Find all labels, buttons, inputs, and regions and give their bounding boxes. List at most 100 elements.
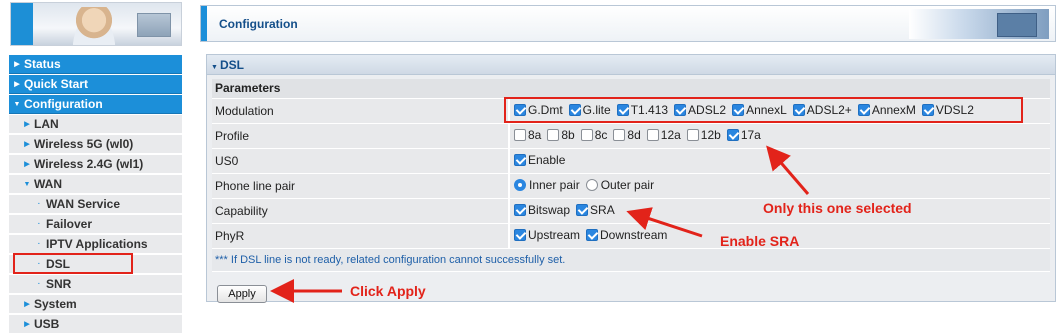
note-text: *** If DSL line is not ready, related co… — [212, 248, 1050, 272]
option-label: 8a — [528, 127, 542, 142]
phyr-option[interactable]: Upstream — [514, 228, 580, 242]
phone-line-pair-option[interactable]: Inner pair — [514, 178, 580, 192]
checkbox[interactable] — [616, 103, 629, 116]
note-row: *** If DSL line is not ready, related co… — [212, 248, 1050, 272]
capability-option[interactable]: Bitswap — [514, 203, 570, 217]
checkbox[interactable] — [547, 128, 560, 141]
sidebar-item-system[interactable]: ▶ System — [9, 295, 182, 314]
profile-option[interactable]: 8c — [580, 128, 607, 142]
sidebar-item-label: Quick Start — [24, 76, 89, 91]
phyr-row: PhyR Upstream Downstream — [212, 223, 1050, 249]
phone-line-pair-option[interactable]: Outer pair — [585, 177, 655, 192]
sidebar-item-iptv-applications[interactable]: · IPTV Applications — [9, 235, 182, 254]
sidebar-item-usb[interactable]: ▶ USB — [9, 315, 182, 334]
profile-option[interactable]: 12b — [686, 127, 721, 142]
bullet-icon: · — [37, 220, 41, 228]
checkbox[interactable] — [514, 128, 526, 141]
sidebar-item-failover[interactable]: · Failover — [9, 215, 182, 234]
radio-button[interactable] — [514, 178, 526, 191]
option-label: AnnexM — [871, 102, 916, 117]
checkbox[interactable] — [726, 128, 739, 141]
modulation-option[interactable]: G.lite — [568, 102, 611, 117]
checkbox[interactable] — [792, 103, 805, 116]
profile-option[interactable]: 12a — [646, 128, 681, 142]
sidebar-item-label: WAN Service — [46, 196, 121, 211]
option-label: ADSL2+ — [806, 102, 852, 117]
annotation-sra: Enable SRA — [720, 233, 800, 249]
checkbox[interactable] — [921, 103, 934, 116]
sidebar-item-label: System — [34, 296, 77, 311]
checkbox[interactable] — [568, 103, 581, 116]
phyr-option[interactable]: Downstream — [586, 228, 667, 242]
phone-line-pair-row: Phone line pair Inner pair Outer pair — [212, 173, 1050, 199]
profile-option[interactable]: 8b — [547, 127, 575, 142]
checkbox[interactable] — [857, 103, 870, 116]
checkbox[interactable] — [674, 103, 687, 116]
sidebar-item-lan[interactable]: ▶ LAN — [9, 115, 182, 134]
radio-button[interactable] — [585, 178, 598, 191]
profile-option[interactable]: 8a — [514, 128, 541, 142]
modulation-label: Modulation — [212, 98, 510, 124]
option-label: 12b — [700, 127, 721, 142]
banner-image — [10, 2, 182, 46]
sidebar-item-label: SNR — [46, 276, 72, 291]
us0-option[interactable]: Enable — [514, 153, 565, 167]
option-label: ADSL2 — [688, 102, 727, 117]
modulation-option[interactable]: ADSL2 — [674, 103, 726, 117]
bullet-icon: · — [37, 260, 41, 268]
option-label: SRA — [590, 202, 615, 217]
apply-button[interactable]: Apply — [217, 285, 267, 303]
sidebar-item-dsl[interactable]: · DSL — [9, 255, 182, 274]
annotation-profile: Only this one selected — [763, 200, 912, 216]
parameters-header-row: Parameters — [212, 79, 1050, 99]
checkbox[interactable] — [514, 228, 526, 241]
checkbox[interactable] — [586, 228, 599, 241]
sidebar-item-wan-service[interactable]: · WAN Service — [9, 195, 182, 214]
sidebar-item-status[interactable]: ▶ Status — [9, 55, 182, 74]
panel-title[interactable]: ▼ DSL — [207, 55, 1055, 75]
modulation-option[interactable]: ADSL2+ — [792, 102, 852, 117]
profile-option[interactable]: 17a — [726, 128, 761, 142]
profile-option[interactable]: 8d — [613, 128, 641, 142]
checkbox[interactable] — [732, 103, 745, 116]
triangle-right-icon: ▶ — [24, 320, 30, 328]
sidebar-item-snr[interactable]: · SNR — [9, 275, 182, 294]
option-label: Outer pair — [600, 177, 655, 192]
modulation-option[interactable]: AnnexM — [857, 102, 916, 117]
banner-stripe — [11, 3, 33, 45]
checkbox[interactable] — [514, 103, 526, 116]
capability-option[interactable]: SRA — [576, 203, 615, 217]
checkbox[interactable] — [613, 128, 626, 141]
dsl-panel: ▼ DSL Parameters Modulation G.Dmt G.lite T1… — [206, 54, 1056, 303]
option-label: G.lite — [582, 102, 611, 117]
modulation-option[interactable]: G.Dmt — [514, 103, 563, 117]
triangle-right-icon: ▶ — [24, 300, 30, 308]
checkbox[interactable] — [514, 203, 526, 216]
checkbox[interactable] — [646, 128, 659, 141]
sidebar-item-configuration[interactable]: ▼ Configuration — [9, 95, 182, 114]
checkbox[interactable] — [580, 128, 593, 141]
option-label: 8b — [561, 127, 575, 142]
triangle-down-icon: ▼ — [13, 100, 21, 108]
sidebar-item-label: Wireless 5G (wl0) — [34, 136, 134, 151]
sidebar-item-wireless-5g-wl0[interactable]: ▶ Wireless 5G (wl0) — [9, 135, 182, 154]
option-label: Bitswap — [528, 202, 571, 217]
modulation-option[interactable]: T1.413 — [616, 103, 668, 117]
option-label: Enable — [528, 152, 566, 167]
sidebar-item-label: LAN — [34, 116, 59, 131]
modulation-option[interactable]: VDSL2 — [921, 103, 974, 117]
sidebar-item-quick-start[interactable]: ▶ Quick Start — [9, 75, 182, 94]
banner-person-image — [69, 7, 119, 45]
option-label: AnnexL — [746, 102, 787, 117]
config-header: Configuration — [200, 5, 1056, 42]
capability-label: Capability — [212, 198, 510, 224]
checkbox[interactable] — [686, 128, 699, 141]
sidebar-item-wan[interactable]: ▼ WAN — [9, 175, 182, 194]
checkbox[interactable] — [576, 203, 589, 216]
checkbox[interactable] — [514, 153, 526, 166]
panel-title-label: DSL — [219, 58, 244, 72]
bullet-icon: · — [37, 200, 41, 208]
modulation-option[interactable]: AnnexL — [732, 103, 787, 117]
sidebar-item-wireless-2-4g-wl1[interactable]: ▶ Wireless 2.4G (wl1) — [9, 155, 182, 174]
expand-triangle-icon: ▼ — [211, 64, 218, 71]
